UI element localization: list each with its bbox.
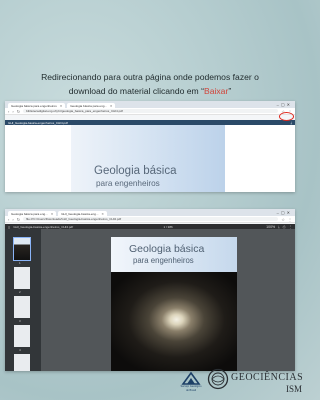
thumbnail-page[interactable] bbox=[13, 237, 31, 261]
tab-geologia-2[interactable]: Geologia básica para eng... ✕ bbox=[67, 103, 116, 108]
download-icon[interactable]: ⤓ bbox=[290, 121, 292, 125]
cprm-text-2: do Brasil bbox=[185, 388, 197, 392]
tab-bar: Geologia básica para engenheiros ✕ Geolog… bbox=[5, 101, 295, 108]
cover-title: Geologia básica bbox=[129, 243, 205, 255]
close-tab-icon[interactable]: ✕ bbox=[110, 104, 113, 108]
pdf-page: Geologia básica para engenheiros bbox=[111, 237, 237, 371]
file-name: GHI_Geologia-basica-engenheiros_CHI4.pdf bbox=[8, 120, 68, 125]
tab-geologia[interactable]: Geologia básica para engenheiros ✕ bbox=[8, 103, 66, 108]
tunnel-photo bbox=[111, 272, 237, 371]
geociencias-emblem-icon bbox=[207, 368, 229, 390]
reload-icon[interactable]: ↻ bbox=[17, 217, 20, 222]
star-icon[interactable]: ☆ bbox=[281, 217, 285, 222]
thumbnail-page[interactable] bbox=[14, 354, 30, 371]
pdf-viewer: 1 2 3 4 Geologia básica para engenheiros bbox=[5, 229, 295, 371]
cover-subtitle: para engenheiros bbox=[96, 179, 160, 188]
tab-bar: Geologia básica para eng... ✕ GHI_Geologi… bbox=[5, 209, 295, 216]
thumbnail-number: 1 bbox=[19, 261, 21, 265]
reload-icon[interactable]: ↻ bbox=[17, 109, 20, 114]
thumbnail-sidebar: 1 2 3 4 bbox=[5, 229, 41, 371]
browser-window-pdf: Geologia básica para eng... ✕ GHI_Geologi… bbox=[5, 209, 295, 371]
back-icon[interactable]: ‹ bbox=[8, 109, 9, 114]
cprm-logo: Serviço Geológico do Brasil bbox=[174, 370, 208, 394]
url-field[interactable]: file:///C:/Users/Downloads/GHI_Geologia-… bbox=[23, 217, 279, 221]
thumbnail-number: 4 bbox=[19, 348, 21, 352]
forward-icon[interactable]: › bbox=[12, 109, 13, 114]
thumbnail-number: 3 bbox=[19, 319, 21, 323]
caption-end: ” bbox=[228, 86, 232, 96]
mountain-icon bbox=[181, 371, 201, 385]
menu-icon[interactable]: ⋮ bbox=[288, 217, 292, 222]
close-tab-icon[interactable]: ✕ bbox=[51, 212, 54, 216]
back-icon[interactable]: ‹ bbox=[8, 217, 9, 222]
caption-text: Redirecionando para outra página onde po… bbox=[28, 70, 272, 98]
book-cover: Geologia básica para engenheiros bbox=[71, 125, 225, 192]
tab-pdf[interactable]: GHI_Geologia-basica-eng... ✕ bbox=[58, 211, 107, 216]
close-tab-icon[interactable]: ✕ bbox=[101, 212, 104, 216]
window-controls[interactable]: –▢✕ bbox=[277, 210, 292, 215]
url-field[interactable]: bibliotecadigital.eng.ufrj.br/geologia_b… bbox=[23, 109, 279, 113]
window-controls[interactable]: –▢✕ bbox=[277, 102, 292, 107]
cover-title: Geologia básica bbox=[94, 165, 177, 177]
caption-highlight: Baixar bbox=[203, 86, 229, 96]
address-bar: ‹ › ↻ file:///C:/Users/Downloads/GHI_Geo… bbox=[5, 216, 295, 223]
geociencias-logo-text: GEOCIÊNCIAS bbox=[231, 372, 304, 383]
tab-geologia[interactable]: Geologia básica para eng... ✕ bbox=[8, 211, 57, 216]
document-area: Geologia básica para engenheiros bbox=[5, 125, 295, 192]
partial-logo-text: ISM bbox=[286, 384, 303, 394]
highlight-circle bbox=[279, 112, 294, 121]
thumbnail-page[interactable] bbox=[14, 296, 30, 318]
address-bar: ‹ › ↻ bibliotecadigital.eng.ufrj.br/geol… bbox=[5, 108, 295, 115]
thumbnail-page[interactable] bbox=[14, 267, 30, 289]
cover-subtitle: para engenheiros bbox=[133, 256, 194, 265]
close-tab-icon[interactable]: ✕ bbox=[60, 104, 63, 108]
forward-icon[interactable]: › bbox=[12, 217, 13, 222]
thumbnail-number: 2 bbox=[19, 290, 21, 294]
browser-window-viewer: Geologia básica para engenheiros ✕ Geolog… bbox=[5, 101, 295, 192]
thumbnail-page[interactable] bbox=[14, 325, 30, 347]
